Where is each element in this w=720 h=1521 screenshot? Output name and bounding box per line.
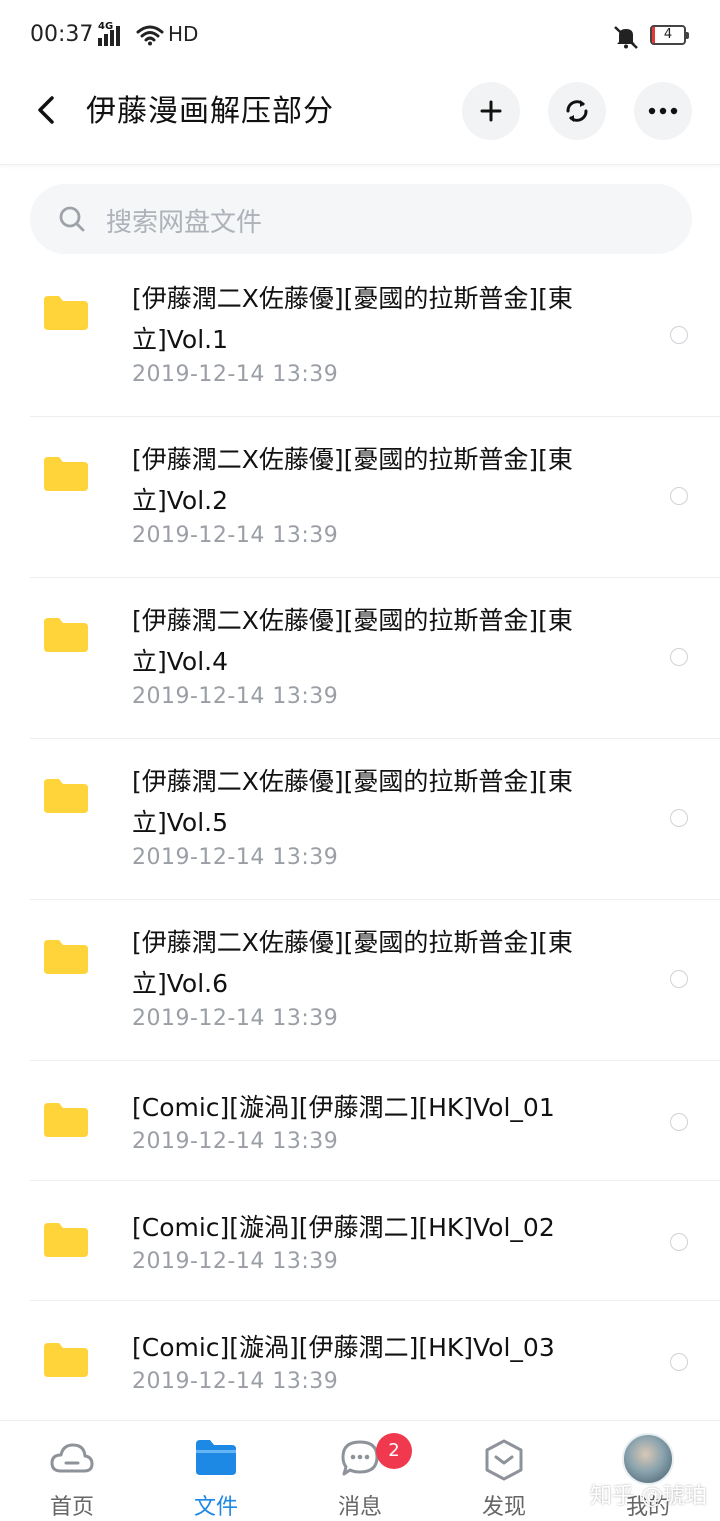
message-icon bbox=[341, 1440, 379, 1476]
file-name: [伊藤潤二X佐藤優][憂國的拉斯普金][東立]Vol.2 bbox=[132, 445, 573, 515]
tab-label: 消息 bbox=[337, 1495, 382, 1520]
folder-icon bbox=[44, 1103, 88, 1137]
more-icon bbox=[648, 107, 678, 115]
signal-icon: 4G bbox=[98, 21, 120, 46]
wifi-icon bbox=[136, 25, 164, 46]
list-item[interactable]: [伊藤潤二X佐藤優][憂國的拉斯普金][東立]Vol.2 2019-12-14 … bbox=[0, 417, 720, 578]
page-title: 伊藤漫画解压部分 bbox=[86, 94, 334, 129]
folder-icon bbox=[44, 779, 88, 813]
tab-messages[interactable]: 消息 bbox=[288, 1421, 432, 1521]
battery-icon: 4 bbox=[650, 25, 689, 45]
discover-icon bbox=[485, 1439, 523, 1481]
more-button[interactable] bbox=[634, 82, 692, 140]
list-item[interactable]: [Comic][漩渦][伊藤潤二][HK]Vol_03 2019-12-14 1… bbox=[0, 1301, 720, 1421]
tab-discover[interactable]: 发现 bbox=[432, 1421, 576, 1521]
folder-icon bbox=[44, 1223, 88, 1257]
folder-icon bbox=[44, 940, 88, 974]
refresh-button[interactable] bbox=[548, 82, 606, 140]
status-time: 00:37 bbox=[30, 22, 94, 47]
battery-level: 4 bbox=[663, 27, 673, 42]
tab-label: 发现 bbox=[481, 1495, 526, 1520]
search-input[interactable]: 搜索网盘文件 bbox=[30, 184, 692, 254]
list-item[interactable]: [Comic][漩渦][伊藤潤二][HK]Vol_02 2019-12-14 1… bbox=[0, 1181, 720, 1301]
tab-files[interactable]: 文件 bbox=[144, 1421, 288, 1521]
list-item[interactable]: [Comic][漩渦][伊藤潤二][HK]Vol_01 2019-12-14 1… bbox=[0, 1061, 720, 1181]
tab-label: 文件 bbox=[193, 1495, 238, 1520]
tab-label: 首页 bbox=[49, 1495, 94, 1520]
plus-icon bbox=[480, 100, 502, 122]
add-button[interactable] bbox=[462, 82, 520, 140]
select-radio[interactable] bbox=[670, 648, 688, 666]
file-date: 2019-12-14 13:39 bbox=[132, 1129, 339, 1154]
select-radio[interactable] bbox=[670, 970, 688, 988]
mute-icon bbox=[614, 26, 638, 49]
tab-home[interactable]: 首页 bbox=[0, 1421, 144, 1521]
select-radio[interactable] bbox=[670, 487, 688, 505]
file-name: [Comic][漩渦][伊藤潤二][HK]Vol_01 bbox=[132, 1093, 555, 1122]
file-date: 2019-12-14 13:39 bbox=[132, 523, 339, 548]
file-name: [Comic][漩渦][伊藤潤二][HK]Vol_02 bbox=[132, 1213, 555, 1242]
file-date: 2019-12-14 13:39 bbox=[132, 1249, 339, 1274]
select-radio[interactable] bbox=[670, 1353, 688, 1371]
list-item[interactable]: [伊藤潤二X佐藤優][憂國的拉斯普金][東立]Vol.6 2019-12-14 … bbox=[0, 900, 720, 1061]
select-radio[interactable] bbox=[670, 1113, 688, 1131]
select-radio[interactable] bbox=[670, 809, 688, 827]
file-date: 2019-12-14 13:39 bbox=[132, 684, 339, 709]
file-date: 2019-12-14 13:39 bbox=[132, 362, 339, 387]
app-header: 伊藤漫画解压部分 bbox=[0, 72, 720, 165]
list-item[interactable]: [伊藤潤二X佐藤優][憂國的拉斯普金][東立]Vol.1 2019-12-14 … bbox=[0, 256, 720, 417]
file-name: [伊藤潤二X佐藤優][憂國的拉斯普金][東立]Vol.5 bbox=[132, 767, 573, 837]
folder-icon bbox=[44, 457, 88, 491]
message-badge: 2 bbox=[376, 1433, 412, 1469]
file-date: 2019-12-14 13:39 bbox=[132, 1369, 339, 1394]
file-list: [伊藤潤二X佐藤優][憂國的拉斯普金][東立]Vol.1 2019-12-14 … bbox=[0, 256, 720, 1421]
cloud-icon bbox=[50, 1443, 94, 1473]
status-bar: 00:37 4G HD 4 bbox=[0, 0, 720, 72]
watermark: 知乎 @琥珀 bbox=[590, 1484, 707, 1509]
back-arrow-icon[interactable] bbox=[30, 92, 66, 128]
list-item[interactable]: [伊藤潤二X佐藤優][憂國的拉斯普金][東立]Vol.4 2019-12-14 … bbox=[0, 578, 720, 739]
folder-icon bbox=[44, 1343, 88, 1377]
select-radio[interactable] bbox=[670, 1233, 688, 1251]
folder-icon bbox=[196, 1440, 236, 1475]
file-date: 2019-12-14 13:39 bbox=[132, 1006, 339, 1031]
file-name: [伊藤潤二X佐藤優][憂國的拉斯普金][東立]Vol.4 bbox=[132, 606, 573, 676]
folder-icon bbox=[44, 296, 88, 330]
search-placeholder: 搜索网盘文件 bbox=[106, 208, 263, 238]
select-radio[interactable] bbox=[670, 326, 688, 344]
folder-icon bbox=[44, 618, 88, 652]
hd-indicator: HD bbox=[168, 22, 199, 46]
file-name: [伊藤潤二X佐藤優][憂國的拉斯普金][東立]Vol.6 bbox=[132, 928, 573, 998]
search-icon bbox=[59, 206, 85, 232]
file-name: [Comic][漩渦][伊藤潤二][HK]Vol_03 bbox=[132, 1333, 555, 1362]
file-name: [伊藤潤二X佐藤優][憂國的拉斯普金][東立]Vol.1 bbox=[132, 284, 573, 354]
list-item[interactable]: [伊藤潤二X佐藤優][憂國的拉斯普金][東立]Vol.5 2019-12-14 … bbox=[0, 739, 720, 900]
refresh-icon bbox=[566, 100, 588, 122]
network-type: 4G bbox=[98, 21, 114, 32]
file-date: 2019-12-14 13:39 bbox=[132, 845, 339, 870]
